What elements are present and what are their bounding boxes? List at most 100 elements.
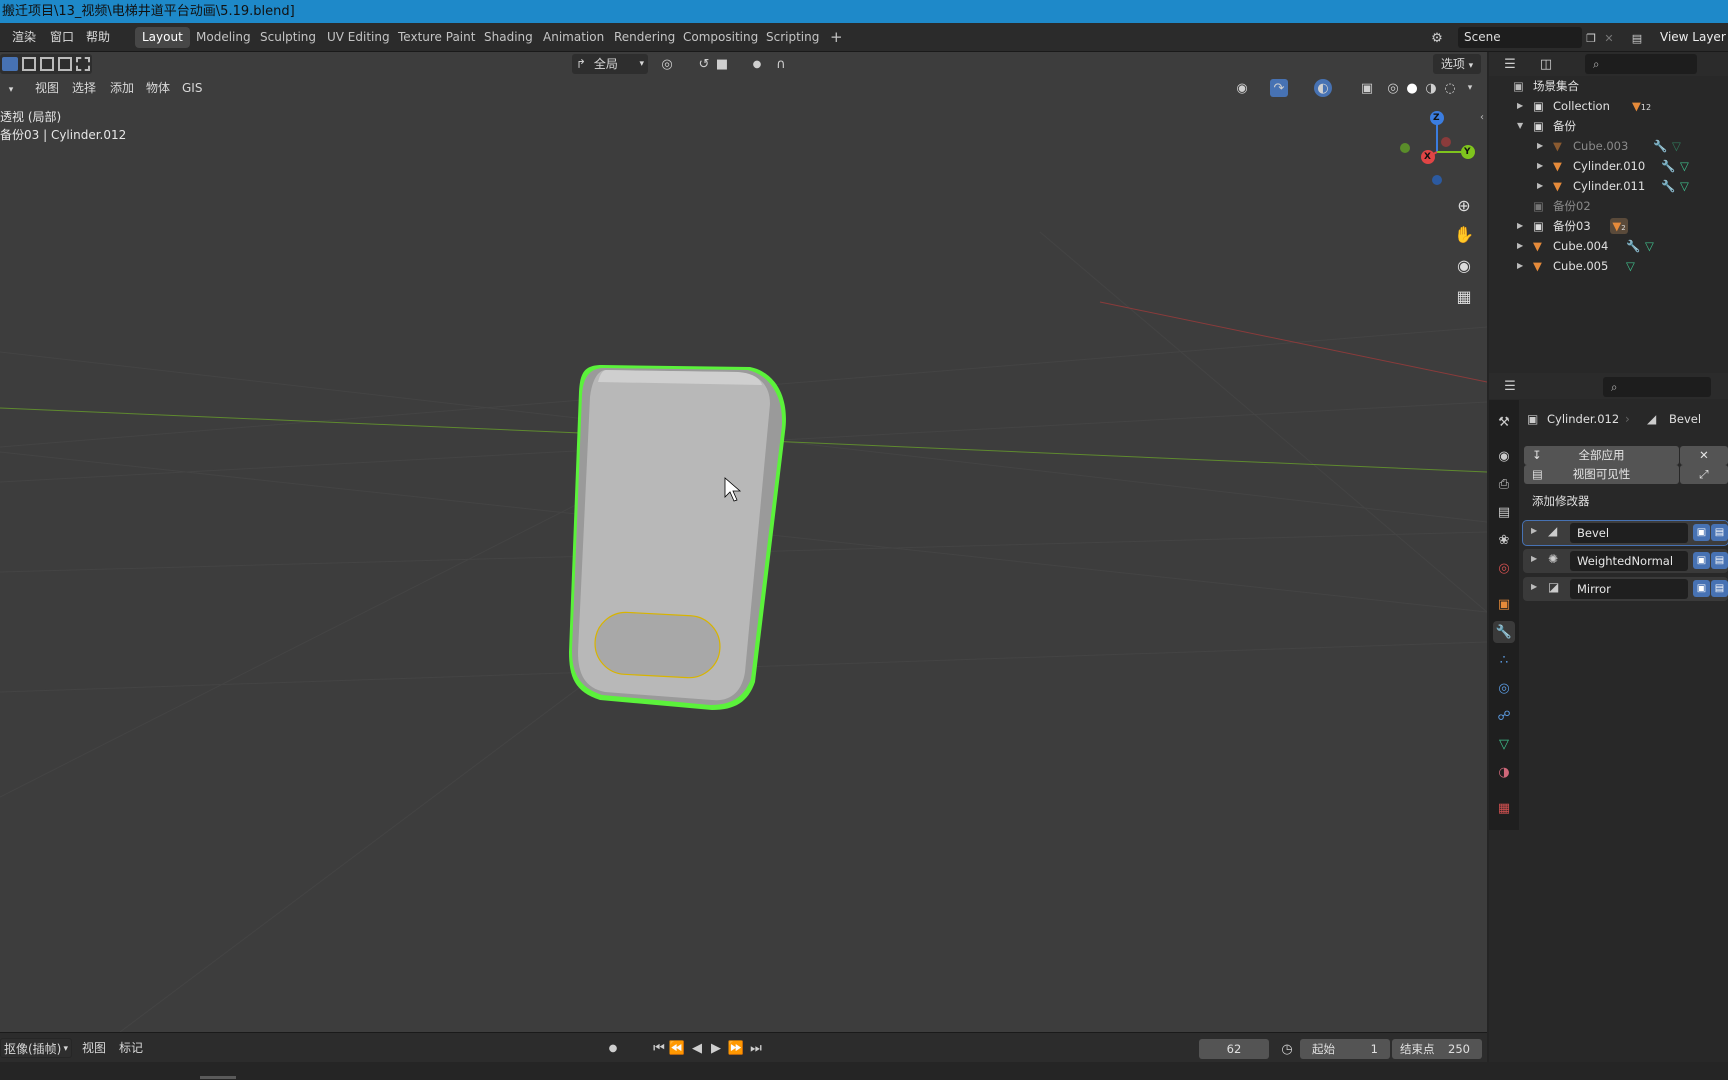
outliner-item-backup03[interactable]: ▶ ▣ 备份03 ▼2 — [1489, 216, 1728, 236]
jump-start-icon[interactable]: ⏮ — [650, 1039, 668, 1057]
outliner-item-cube005[interactable]: ▶ ▼ Cube.005 ▽ — [1489, 256, 1728, 276]
rendered-shading-icon[interactable]: ◌ — [1441, 79, 1459, 97]
wireframe-shading-icon[interactable]: ◎ — [1384, 79, 1402, 97]
play-reverse-icon[interactable]: ◀ — [688, 1039, 706, 1057]
expand-icon[interactable]: ▶ — [1537, 176, 1543, 196]
transform-orientation[interactable]: ↱ 全局 ▾ — [572, 54, 648, 74]
add-modifier-button[interactable]: 添加修改器 — [1524, 490, 1728, 512]
3d-viewport[interactable]: Z Y X ⊕ ✋ ◉ ▦ ‹ 透视 (局部) 备份03 | Cylinder.… — [0, 52, 1487, 1032]
scene-selector[interactable]: Scene — [1458, 27, 1582, 48]
play-icon[interactable]: ▶ — [707, 1039, 725, 1057]
snap-icon[interactable]: ↺ — [695, 55, 713, 73]
tab-sculpting[interactable]: Sculpting — [253, 27, 323, 48]
output-tab-icon[interactable]: ⎙ — [1493, 473, 1515, 495]
view-layer-tab-icon[interactable]: ▤ — [1493, 501, 1515, 523]
tab-shading[interactable]: Shading — [477, 27, 540, 48]
modifier-name-field[interactable]: Bevel — [1570, 523, 1688, 543]
view-layer-icon[interactable]: ▤ — [1628, 29, 1646, 47]
options-dropdown[interactable]: 选项 ▾ — [1433, 54, 1481, 74]
material-shading-icon[interactable]: ◑ — [1422, 79, 1440, 97]
snap-target-icon[interactable]: ■ — [713, 55, 731, 73]
tab-scripting[interactable]: Scripting — [759, 27, 826, 48]
properties-search-input[interactable]: ⌕ — [1603, 377, 1711, 397]
delete-all-button[interactable]: ✕ — [1680, 446, 1728, 465]
outliner-item-cube004[interactable]: ▶ ▼ Cube.004 🔧 ▽ — [1489, 236, 1728, 256]
view-layer-selector[interactable]: View Layer — [1660, 28, 1726, 47]
menu-gis[interactable]: GIS — [182, 78, 202, 98]
expand-icon[interactable]: ▶ — [1517, 256, 1523, 276]
expand-icon[interactable]: ▶ — [1531, 582, 1537, 591]
overlay-toggle-icon[interactable]: ◐ — [1314, 79, 1332, 97]
prev-keyframe-icon[interactable]: ⏪ — [668, 1039, 686, 1057]
menu-view[interactable]: 视图 — [35, 78, 59, 98]
outliner-item-cube003[interactable]: ▶ ▼ Cube.003 🔧 ▽ — [1489, 136, 1728, 156]
object-tab-icon[interactable]: ▣ — [1493, 593, 1515, 615]
modifier-mirror[interactable]: ▶ ◪ Mirror ▣ ▤ — [1523, 577, 1728, 601]
tab-compositing[interactable]: Compositing — [676, 27, 765, 48]
expand-icon[interactable]: ▶ — [1531, 526, 1537, 535]
gizmo-y-label[interactable]: Y — [1464, 147, 1471, 157]
xray-icon[interactable]: ▣ — [1358, 79, 1376, 97]
camera-icon[interactable]: ◉ — [1452, 253, 1476, 277]
gizmo-toggle-icon[interactable]: ↷ — [1270, 79, 1288, 97]
zoom-icon[interactable]: ⊕ — [1452, 193, 1476, 217]
menu-select[interactable]: 选择 — [72, 78, 96, 98]
expand-icon[interactable]: ▶ — [1517, 236, 1523, 256]
next-keyframe-icon[interactable]: ⏩ — [727, 1039, 745, 1057]
timeline-menu-marker[interactable]: 标记 — [119, 1038, 143, 1058]
realtime-toggle-icon[interactable]: ▤ — [1711, 524, 1728, 541]
gizmo-z-label[interactable]: Z — [1433, 113, 1440, 123]
tab-animation[interactable]: Animation — [536, 27, 611, 48]
expand-icon[interactable]: ▶ — [1517, 96, 1523, 116]
tab-layout[interactable]: Layout — [135, 27, 190, 48]
expand-icon[interactable]: ▶ — [1517, 216, 1523, 236]
edit-mode-toggle-icon[interactable]: ▣ — [1693, 524, 1710, 541]
menu-add[interactable]: 添加 — [110, 78, 134, 98]
close-icon[interactable]: ✕ — [1600, 29, 1618, 47]
solid-shading-icon[interactable]: ● — [1403, 79, 1421, 97]
start-frame-field[interactable]: 起始 1 — [1300, 1039, 1390, 1059]
edit-mode-toggle-icon[interactable]: ▣ — [1693, 580, 1710, 597]
tab-rendering[interactable]: Rendering — [607, 27, 682, 48]
particles-tab-icon[interactable]: ∴ — [1493, 649, 1515, 671]
select-mode-new-icon[interactable] — [2, 57, 18, 71]
apply-all-button[interactable]: ↧ 全部应用 — [1524, 446, 1679, 465]
pivot-icon[interactable]: ◎ — [658, 55, 676, 73]
viewport-visibility-button[interactable]: ▤ 视图可见性 — [1524, 465, 1679, 484]
grid-view-icon[interactable]: ▦ — [1452, 284, 1476, 308]
menu-window[interactable]: 窗口 — [50, 28, 74, 47]
mode-dropdown[interactable]: ▾ — [0, 78, 22, 98]
texture-tab-icon[interactable]: ▦ — [1493, 797, 1515, 819]
playback-dropdown[interactable]: 抠像(插帧) ▾ — [0, 1038, 72, 1058]
outliner-item-backup[interactable]: ▼ ▣ 备份 — [1489, 116, 1728, 136]
timeline-menu-view[interactable]: 视图 — [82, 1038, 106, 1058]
tab-texture-paint[interactable]: Texture Paint — [391, 27, 482, 48]
realtime-toggle-icon[interactable]: ▤ — [1711, 552, 1728, 569]
outliner-item-collection[interactable]: ▶ ▣ Collection ▼12 — [1489, 96, 1728, 116]
modifier-weighted-normal[interactable]: ▶ ✺ WeightedNormal ▣ ▤ — [1523, 549, 1728, 573]
select-mode-extend-icon[interactable] — [22, 57, 36, 71]
modifier-tab-icon[interactable]: 🔧 — [1493, 621, 1515, 643]
select-mode-difference-icon[interactable] — [58, 57, 72, 71]
physics-tab-icon[interactable]: ◎ — [1493, 677, 1515, 699]
copy-scene-icon[interactable]: ❐ — [1582, 29, 1600, 47]
outliner-item-backup02[interactable]: ▣ 备份02 — [1489, 196, 1728, 216]
end-frame-field[interactable]: 结束点 250 — [1392, 1039, 1482, 1059]
chevron-down-icon[interactable]: ▾ — [1461, 79, 1479, 97]
proportional-edit-icon[interactable]: ● — [748, 55, 766, 73]
edit-mode-toggle-icon[interactable]: ▣ — [1693, 552, 1710, 569]
outliner-item-cylinder010[interactable]: ▶ ▼ Cylinder.010 🔧 ▽ — [1489, 156, 1728, 176]
gizmo-x-label[interactable]: X — [1424, 152, 1431, 162]
filter-icon[interactable]: ◫ — [1537, 55, 1555, 73]
visibility-eye-icon[interactable]: ◉ — [1233, 79, 1251, 97]
menu-render[interactable]: 渲染 — [12, 28, 36, 47]
outliner-item-cylinder011[interactable]: ▶ ▼ Cylinder.011 🔧 ▽ — [1489, 176, 1728, 196]
clock-icon[interactable]: ◷ — [1278, 1040, 1296, 1058]
scene-icon[interactable]: ⚙ — [1428, 29, 1446, 47]
realtime-toggle-icon[interactable]: ▤ — [1711, 580, 1728, 597]
select-mode-subtract-icon[interactable] — [40, 57, 54, 71]
add-workspace-button[interactable]: + — [823, 27, 850, 48]
modifier-name-field[interactable]: Mirror — [1570, 579, 1688, 599]
jump-end-icon[interactable]: ⏭ — [747, 1039, 765, 1057]
collapse-icon[interactable]: ▼ — [1517, 116, 1523, 136]
